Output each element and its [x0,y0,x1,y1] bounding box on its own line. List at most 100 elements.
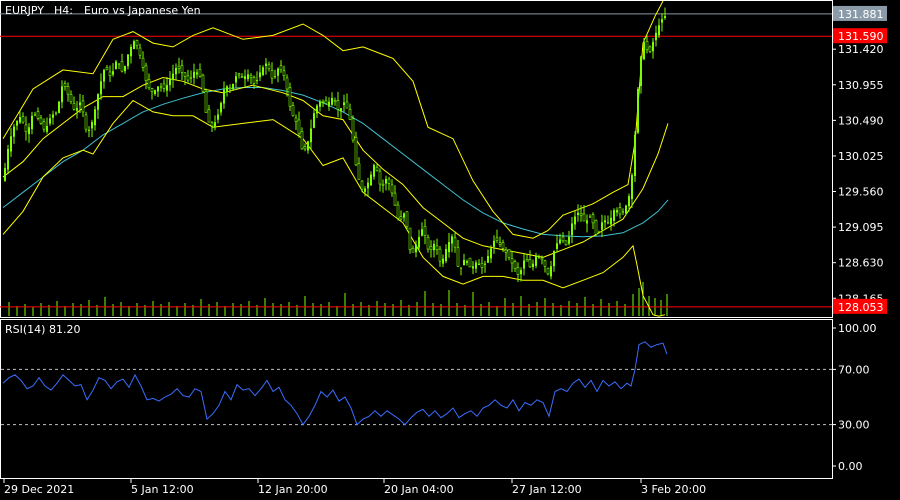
candle-body [540,257,544,261]
price-tick-label: 131.420 [838,43,884,56]
candle-body [393,192,397,206]
candle-body [19,117,21,123]
candle-body [340,108,342,112]
candle-body [288,87,292,107]
candle-body [4,168,6,181]
candle-body [385,178,387,184]
candle-body [637,88,639,133]
price-tick-label: 130.025 [838,150,884,163]
time-tick-label: 12 Jan 20:00 [258,483,328,496]
candle-body [150,88,154,92]
candle-body [244,76,246,80]
candle-body [237,73,241,76]
candle-body [267,64,271,69]
candle-body [466,261,468,263]
candle-body [415,244,417,253]
candle-body [138,47,142,56]
candle-body [36,111,40,119]
candle-body [265,63,267,66]
candle-body [331,97,333,105]
candle-body [456,247,460,267]
chart-title-timeframe: H4: [54,4,73,17]
candle-body [396,204,400,219]
candle-body [79,102,81,106]
candle-body [193,71,195,78]
candle-body [475,262,477,269]
price-tick-label: 130.955 [838,79,884,92]
candle-body [564,240,568,245]
candle-body [282,70,286,76]
chart-title-description: Euro vs Japanese Yen [84,4,201,17]
candle-body [333,100,337,103]
candle-body [316,105,318,114]
candle-body [63,83,67,87]
candle-body [568,236,570,244]
candle-body [343,102,345,106]
candle-body [10,136,12,152]
candle-body [127,54,129,67]
candle-body [652,41,654,52]
candle-body [112,71,114,75]
candle-body [411,247,415,253]
candle-body [513,261,517,270]
candle-body [256,80,258,82]
rsi-tick-label: 100.00 [838,322,877,335]
candle-body [39,117,43,124]
candle-body [91,122,93,129]
price-axis: 131.420 130.955 130.490 130.025 129.560 129.0… [832,5,887,314]
time-tick-label: 5 Jan 12:00 [131,483,194,496]
candle-body [46,125,48,132]
candle-body [58,101,60,113]
candle-body [556,243,558,249]
candle-body [141,57,145,68]
candle-body [484,263,486,265]
candle-body [493,240,495,247]
chart-title-symbol: EURJPY [5,4,44,17]
time-tick-label: 3 Feb 20:00 [641,483,706,496]
candle-body [582,213,586,222]
candle-body [478,263,480,265]
candle-body [387,178,391,184]
candle-body [607,222,609,224]
candle-body [421,229,423,236]
price-tick-label: 129.560 [838,186,884,199]
candle-body [310,128,312,143]
candle-body [297,119,301,134]
candle-body [180,65,184,73]
candle-body [88,129,90,131]
candle-body [559,239,561,244]
candle-body [367,182,369,189]
candle-body [370,174,372,186]
rsi-tick-label: 70.00 [838,363,870,376]
candle-body [625,205,627,214]
candle-body [381,183,385,186]
candle-body [460,267,462,269]
trading-chart[interactable]: 131.420 130.955 130.490 130.025 129.560 129.0… [0,0,900,500]
candle-body [69,94,73,103]
time-tick-label: 20 Jan 04:00 [384,483,454,496]
candle-body [118,63,120,65]
candle-body [504,249,508,253]
candle-body [52,114,54,118]
candle-body [24,124,28,133]
candle-body [61,86,63,103]
candle-body [285,77,289,90]
candle-body [220,103,222,113]
candle-body [130,46,132,57]
candle-body [418,236,420,248]
candle-body [144,65,148,82]
candle-body [495,237,499,242]
candle-body [634,134,636,176]
candle-body [270,70,274,79]
candle-body [232,83,234,90]
rsi-tick-label: 0.00 [838,460,863,473]
candle-body [235,76,237,83]
candle-body [313,113,315,128]
candle-body [49,118,51,124]
candle-body [516,267,520,275]
candle-body [345,101,349,109]
candle-body [172,73,174,80]
candle-body [240,76,244,78]
candle-body [201,74,205,92]
candle-body [448,242,450,253]
